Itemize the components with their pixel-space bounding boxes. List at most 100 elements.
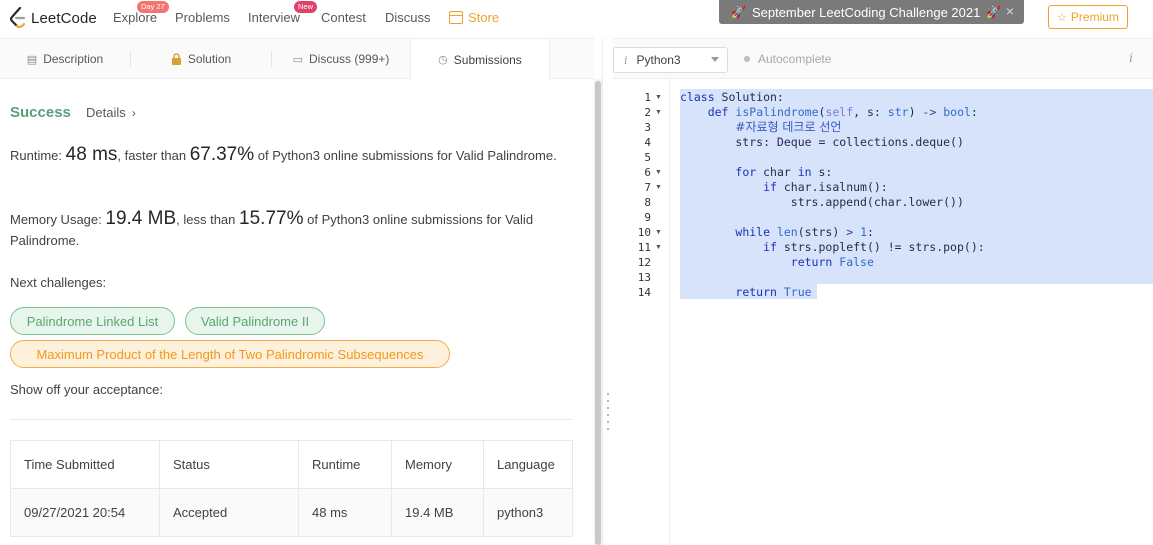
line-number-gutter: 1 2 3 4 5 6 7 8 9 10 11 12 13 14 ▼ ▼ ▼ ▼…	[613, 79, 670, 545]
code-line[interactable]: return False	[680, 255, 874, 270]
problem-tabbar: ▤ Description Solution ▭ Discuss (999+) …	[0, 38, 594, 80]
column-header[interactable]: Memory	[391, 440, 484, 489]
memory-label: Memory Usage:	[10, 212, 102, 227]
close-icon[interactable]: ×	[1006, 3, 1014, 19]
line-number: 1	[644, 91, 651, 104]
fold-arrow-icon[interactable]: ▼	[655, 225, 662, 240]
autocomplete-toggle[interactable]: Autocomplete	[744, 52, 831, 66]
column-header[interactable]: Status	[159, 440, 299, 489]
new-badge: New	[294, 1, 318, 13]
cell-status-link[interactable]: Accepted	[159, 488, 299, 537]
star-icon: ☆	[1057, 11, 1067, 24]
fold-arrow-icon[interactable]: ▼	[655, 90, 662, 105]
show-off-label: Show off your acceptance:	[10, 382, 163, 397]
code-line[interactable]: def isPalindrome(self, s: str) -> bool:	[680, 105, 978, 120]
code-line[interactable]: #자료형 데크로 선언	[680, 120, 841, 135]
cell-language: python3	[483, 488, 573, 537]
code-line[interactable]: if char.isalnum():	[680, 180, 888, 195]
memory-less-than: , less than	[176, 212, 236, 227]
code-line[interactable]: strs: Deque = collections.deque()	[680, 135, 964, 150]
table-row[interactable]: 09/27/2021 20:54 Accepted 48 ms 19.4 MB …	[10, 488, 573, 537]
runtime-percent: 67.37%	[189, 144, 255, 165]
top-navbar: LeetCode Explore Day 27 Problems Intervi…	[0, 0, 1153, 38]
runtime-summary: Runtime: 48 ms, faster than 67.37% of Py…	[10, 144, 570, 166]
store-icon	[449, 11, 463, 24]
code-line[interactable]: return True	[680, 285, 811, 300]
cell-memory: 19.4 MB	[391, 488, 484, 537]
clock-icon: ◷	[438, 54, 448, 66]
comment-icon: ▭	[292, 53, 304, 66]
leetcode-logo[interactable]: LeetCode	[9, 7, 97, 29]
line-number: 2	[644, 106, 651, 119]
fold-arrow-icon[interactable]: ▼	[655, 165, 662, 180]
details-link[interactable]: Details ›	[86, 105, 136, 120]
nav-interview-label: Interview	[248, 10, 301, 25]
nav-store[interactable]: Store	[449, 10, 499, 25]
line-number: 13	[637, 271, 651, 284]
nav-explore[interactable]: Explore Day 27	[113, 1, 169, 25]
rocket-icon: 🚀	[731, 5, 746, 19]
left-pane-scrollbar[interactable]	[594, 79, 602, 545]
editor-toolbar: i Python3 Autocomplete i	[613, 38, 1153, 79]
tab-discuss-label: Discuss (999+)	[309, 52, 390, 66]
line-number: 8	[644, 196, 651, 209]
tab-submissions[interactable]: ◷ Submissions	[410, 39, 550, 80]
language-value: Python3	[636, 53, 681, 67]
leetcode-logo-icon	[9, 7, 26, 29]
chevron-down-icon	[711, 57, 719, 62]
next-challenges-label: Next challenges:	[10, 275, 107, 290]
code-line[interactable]: while len(strs) > 1:	[680, 225, 874, 240]
details-label: Details	[86, 105, 126, 120]
table-header-row: Time Submitted Status Runtime Memory Lan…	[10, 440, 573, 489]
challenge-chip[interactable]: Valid Palindrome II	[185, 307, 325, 335]
tab-solution[interactable]: Solution	[131, 39, 271, 79]
document-icon: ▤	[26, 53, 38, 66]
pane-splitter[interactable]	[602, 38, 613, 545]
logo-text: LeetCode	[31, 9, 97, 27]
line-number: 6	[644, 166, 651, 179]
premium-button[interactable]: ☆ Premium	[1048, 5, 1128, 29]
code-editor[interactable]: 1 2 3 4 5 6 7 8 9 10 11 12 13 14 ▼ ▼ ▼ ▼…	[613, 79, 1153, 545]
line-number: 4	[644, 136, 651, 149]
nav-interview[interactable]: Interview New	[248, 1, 318, 25]
nav-problems[interactable]: Problems	[175, 10, 230, 25]
code-line[interactable]: for char in s:	[680, 165, 832, 180]
line-number: 5	[644, 151, 651, 164]
memory-value: 19.4 MB	[105, 208, 177, 229]
chevron-right-icon: ›	[131, 106, 136, 120]
scrollbar-thumb[interactable]	[595, 81, 601, 545]
fold-arrow-icon[interactable]: ▼	[655, 105, 662, 120]
challenge-banner[interactable]: 🚀 September LeetCoding Challenge 2021 🚀 …	[719, 0, 1024, 24]
nav-discuss[interactable]: Discuss	[385, 10, 431, 25]
info-icon[interactable]: i	[1129, 51, 1133, 65]
column-header[interactable]: Runtime	[298, 440, 392, 489]
fold-arrow-icon[interactable]: ▼	[655, 180, 662, 195]
memory-percent: 15.77%	[239, 208, 304, 229]
tab-submissions-label: Submissions	[453, 52, 522, 67]
result-status: Success	[10, 104, 71, 121]
banner-text: September LeetCoding Challenge 2021	[751, 4, 981, 20]
fold-arrow-icon[interactable]: ▼	[655, 240, 662, 255]
submissions-table: Time Submitted Status Runtime Memory Lan…	[10, 440, 573, 537]
language-select[interactable]: i Python3	[613, 47, 728, 73]
code-line[interactable]: strs.append(char.lower())	[680, 195, 964, 210]
cell-time-submitted: 09/27/2021 20:54	[10, 488, 160, 537]
info-icon: i	[624, 53, 628, 67]
line-number: 9	[644, 211, 651, 224]
nav-problems-label: Problems	[175, 10, 230, 25]
line-number: 12	[637, 256, 651, 269]
nav-contest[interactable]: Contest	[321, 10, 366, 25]
challenge-chip[interactable]: Palindrome Linked List	[10, 307, 175, 335]
code-line[interactable]: if strs.popleft() != strs.pop():	[680, 240, 985, 255]
code-line[interactable]: class Solution:	[680, 90, 784, 105]
tab-description[interactable]: ▤ Description	[0, 39, 130, 79]
line-number: 14	[637, 286, 651, 299]
column-header[interactable]: Time Submitted	[10, 440, 160, 489]
challenge-chip[interactable]: Maximum Product of the Length of Two Pal…	[10, 340, 450, 368]
column-header[interactable]: Language	[483, 440, 573, 489]
tab-discuss[interactable]: ▭ Discuss (999+)	[272, 39, 410, 79]
cell-runtime: 48 ms	[298, 488, 392, 537]
line-number: 11	[637, 241, 651, 254]
rocket-icon: 🚀	[986, 5, 1002, 19]
drag-handle-icon[interactable]	[607, 393, 609, 433]
